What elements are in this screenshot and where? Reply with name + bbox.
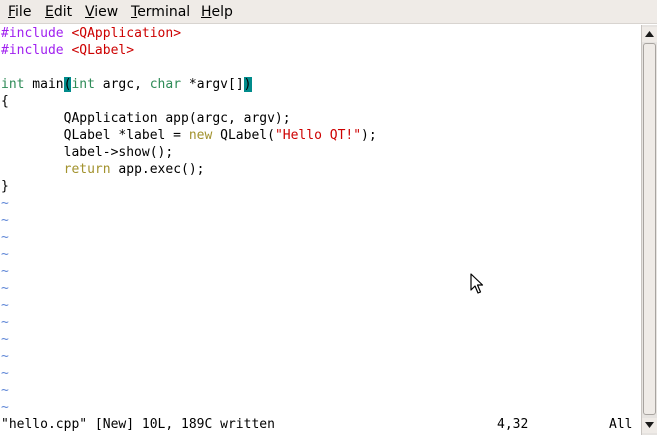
code-line-8: label->show(); [1,145,174,160]
code-line-2: #include <QLabel> [1,42,134,59]
menu-edit-label: dit [53,4,73,20]
arrow-up-icon[interactable] [642,27,657,42]
empty-line-marker: ~ [1,247,9,262]
cursor-paren: ) [243,77,252,92]
empty-line-marker: ~ [1,196,9,211]
code-line-7: QLabel *label = new QLabel("Hello QT!"); [1,127,377,144]
menu-view[interactable]: View [85,3,118,21]
status-message: "hello.cpp" [New] 10L, 189C written [1,417,275,432]
type-keyword: int [71,77,95,92]
menu-terminal-label: erminal [137,4,191,20]
function-name: main [24,77,64,92]
menu-terminal[interactable]: Terminal [131,3,190,21]
scroll-position: All [609,417,633,432]
code-line-1: #include <QApplication> [1,25,181,42]
menu-help-mnemonic: H [201,4,212,20]
code-line-10: } [1,179,9,194]
menu-view-label: iew [94,4,119,20]
empty-line-marker: ~ [1,366,9,381]
empty-line-marker: ~ [1,230,9,245]
empty-line-marker: ~ [1,332,9,347]
cursor-position: 4,32 [497,417,529,432]
code-text: ); [361,128,377,143]
menu-edit[interactable]: Edit [45,3,72,21]
code-line-4: int main(int argc, char *argv[]) [1,76,252,93]
empty-line-marker: ~ [1,281,9,296]
menu-help-label: elp [211,4,233,20]
menu-view-mnemonic: V [85,4,95,20]
menu-bar: File Edit View Terminal Help [0,0,657,24]
terminal-area[interactable]: #include <QApplication> #include <QLabel… [0,25,641,435]
code-line-9: return app.exec(); [1,161,205,178]
string-literal: "Hello QT!" [274,128,362,143]
include-directive: #include [1,43,72,58]
vertical-scrollbar[interactable] [641,25,657,435]
arrow-down-icon[interactable] [642,418,657,433]
empty-line-marker: ~ [1,264,9,279]
include-header: <QApplication> [71,26,182,41]
empty-line-marker: ~ [1,298,9,313]
param-text: *argv[] [181,77,244,92]
code-text: QLabel *label = [1,128,189,143]
code-line-5: { [1,94,9,109]
menu-file-label: ile [15,4,32,20]
scrollbar-thumb[interactable] [643,43,656,415]
menu-edit-mnemonic: E [45,4,54,20]
mouse-pointer-icon [470,273,484,294]
menu-file[interactable]: File [8,3,31,21]
menu-help[interactable]: Help [201,3,233,21]
code-text: app.exec(); [110,162,205,177]
param-text: argc, [94,77,150,92]
keyword: return [63,162,111,177]
type-keyword: int [1,77,25,92]
type-keyword: char [149,77,182,92]
keyword: new [188,128,213,143]
code-line-6: QApplication app(argc, argv); [1,111,291,126]
empty-line-marker: ~ [1,213,9,228]
include-header: <QLabel> [71,43,135,58]
empty-line-marker: ~ [1,349,9,364]
code-text: QLabel( [212,128,275,143]
empty-line-marker: ~ [1,315,9,330]
empty-line-marker: ~ [1,400,9,415]
include-directive: #include [1,26,72,41]
empty-line-marker: ~ [1,383,9,398]
menu-file-mnemonic: F [8,4,16,20]
